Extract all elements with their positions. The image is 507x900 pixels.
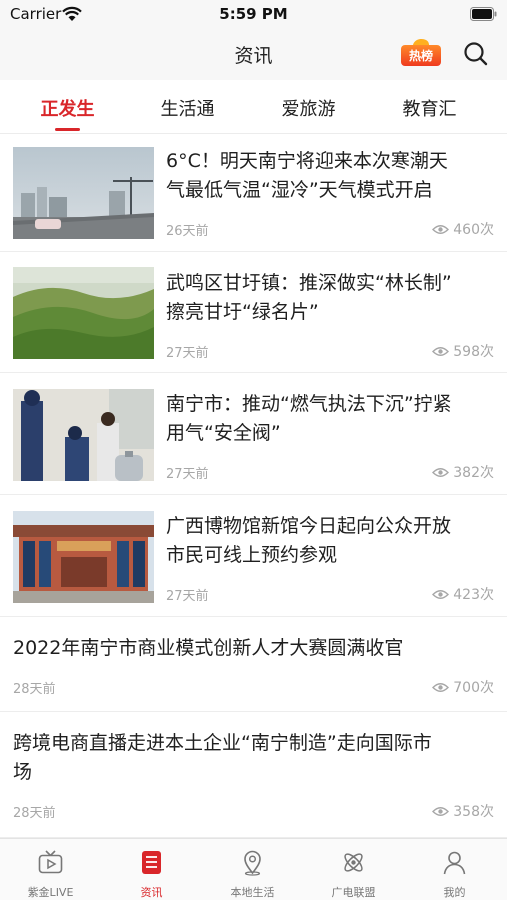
publish-time: 27天前 <box>166 346 209 361</box>
eye-icon <box>432 807 450 816</box>
view-count-text: 382次 <box>453 465 494 481</box>
view-count: 598次 <box>432 341 494 361</box>
news-list-icon <box>142 851 161 874</box>
view-count: 382次 <box>432 462 494 482</box>
nav-local-life[interactable]: 本地生活 <box>202 839 303 900</box>
bottom-tab-bar: 紫金LIVE 资讯 本地生活 广电联盟 我的 <box>0 838 507 900</box>
nav-label: 广电联盟 <box>331 886 376 899</box>
view-count-text: 460次 <box>453 222 494 238</box>
location-pin-icon <box>244 850 261 876</box>
publish-time: 27天前 <box>166 467 209 482</box>
news-title-line: 南宁市：推动“燃气执法下沉”拧紧 <box>166 393 452 415</box>
eye-icon <box>432 683 450 692</box>
news-thumbnail <box>13 147 154 239</box>
tab-zhengfasheng[interactable]: 正发生 <box>4 95 131 121</box>
nav-zijin-live[interactable]: 紫金LIVE <box>0 839 101 900</box>
atom-icon <box>344 853 363 872</box>
app-header: 资讯 热榜 <box>0 30 507 80</box>
view-count: 423次 <box>432 584 494 604</box>
publish-time: 27天前 <box>166 589 209 604</box>
view-count: 460次 <box>432 219 494 239</box>
battery-icon <box>470 7 497 21</box>
status-bar: Carrier 5:59 PM <box>0 0 507 30</box>
view-count-text: 358次 <box>453 804 494 820</box>
nav-news[interactable]: 资讯 <box>101 839 202 900</box>
news-title-line: 气最低气温“湿冷”天气模式开启 <box>166 179 433 201</box>
nav-label: 本地生活 <box>230 886 275 899</box>
search-icon[interactable] <box>460 38 492 70</box>
news-thumbnail <box>13 267 154 359</box>
eye-icon <box>432 225 450 234</box>
news-title-line: 用气“安全阀” <box>166 422 281 444</box>
news-title-line: 武鸣区甘圩镇：推深做实“林长制” <box>166 272 452 294</box>
eye-icon <box>432 468 450 477</box>
category-tabs: 正发生 生活通 爱旅游 教育汇 <box>0 80 507 134</box>
news-item[interactable]: 2022年南宁市商业模式创新人才大赛圆满收官 28天前 700次 <box>0 617 507 712</box>
view-count: 358次 <box>432 801 494 821</box>
active-tab-indicator <box>55 128 80 131</box>
view-count-text: 423次 <box>453 587 494 603</box>
news-title-line: 广西博物馆新馆今日起向公众开放 <box>166 515 452 537</box>
news-item[interactable]: 6°C！明天南宁将迎来本次寒潮天 气最低气温“湿冷”天气模式开启 26天前 46… <box>0 134 507 252</box>
news-title-line: 2022年南宁市商业模式创新人才大赛圆满收官 <box>13 637 404 659</box>
news-title-line: 擦亮甘圩“绿名片” <box>166 301 319 323</box>
news-title-line: 场 <box>13 761 33 783</box>
news-item[interactable]: 广西博物馆新馆今日起向公众开放 市民可线上预约参观 27天前 423次 <box>0 495 507 617</box>
tab-shenghuotong[interactable]: 生活通 <box>124 95 251 121</box>
news-title-line: 6°C！明天南宁将迎来本次寒潮天 <box>166 150 448 172</box>
eye-icon <box>432 347 450 356</box>
hot-list-button[interactable]: 热榜 <box>401 37 441 67</box>
view-count-text: 598次 <box>453 344 494 360</box>
news-item[interactable]: 跨境电商直播走进本土企业“南宁制造”走向国际市 场 28天前 358次 <box>0 712 507 838</box>
person-icon <box>443 851 466 875</box>
publish-time: 28天前 <box>13 682 56 697</box>
hot-list-label: 热榜 <box>408 49 433 63</box>
news-item[interactable]: 南宁市：推动“燃气执法下沉”拧紧 用气“安全阀” 27天前 382次 <box>0 373 507 495</box>
publish-time: 26天前 <box>166 224 209 239</box>
nav-label: 资讯 <box>140 886 163 899</box>
nav-label: 紫金LIVE <box>27 886 74 899</box>
tab-jiaoyuhui[interactable]: 教育汇 <box>366 95 493 121</box>
tab-ailvyou[interactable]: 爱旅游 <box>245 95 372 121</box>
nav-label: 我的 <box>443 886 466 899</box>
clock: 5:59 PM <box>219 5 288 23</box>
news-thumbnail <box>13 511 154 603</box>
tv-play-icon <box>38 850 63 874</box>
news-item[interactable]: 武鸣区甘圩镇：推深做实“林长制” 擦亮甘圩“绿名片” 27天前 598次 <box>0 252 507 373</box>
news-title-line: 跨境电商直播走进本土企业“南宁制造”走向国际市 <box>13 732 432 754</box>
eye-icon <box>432 590 450 599</box>
nav-broadcast-alliance[interactable]: 广电联盟 <box>303 839 404 900</box>
publish-time: 28天前 <box>13 806 56 821</box>
news-title-line: 市民可线上预约参观 <box>166 544 338 566</box>
nav-mine[interactable]: 我的 <box>404 839 505 900</box>
view-count: 700次 <box>432 677 494 697</box>
news-thumbnail <box>13 389 154 481</box>
view-count-text: 700次 <box>453 680 494 696</box>
